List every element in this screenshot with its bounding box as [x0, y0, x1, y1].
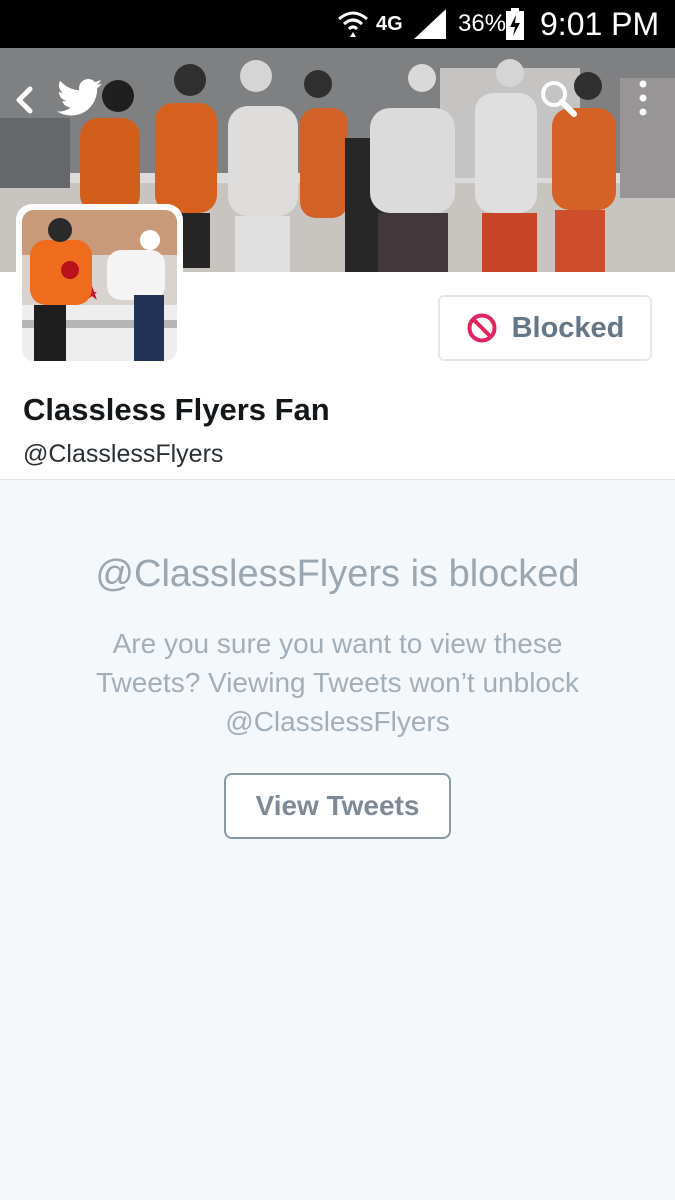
- profile-name: Classless Flyers Fan: [23, 392, 330, 427]
- avatar[interactable]: [16, 204, 183, 367]
- twitter-bird-icon[interactable]: [56, 76, 104, 120]
- search-icon: [541, 81, 577, 117]
- view-tweets-button[interactable]: View Tweets: [224, 773, 451, 839]
- blocked-icon: [467, 313, 497, 343]
- wifi-icon: [336, 0, 370, 48]
- status-bar: 4G 36% 9:01 PM: [0, 0, 675, 48]
- avatar-image: [22, 210, 177, 361]
- search-button[interactable]: [536, 76, 580, 120]
- battery-charging-icon: [505, 0, 527, 48]
- signal-icon: [414, 0, 448, 48]
- more-vertical-icon: [639, 80, 647, 116]
- blocked-notice-description: Are you sure you want to view these Twee…: [95, 628, 579, 737]
- clock: 9:01 PM: [540, 5, 660, 42]
- blocked-button-label: Blocked: [511, 311, 625, 344]
- battery-percentage: 36%: [458, 10, 507, 37]
- back-icon: [16, 86, 33, 114]
- view-tweets-label: View Tweets: [255, 790, 420, 821]
- blocked-notice-title: @ClasslessFlyers is blocked: [95, 553, 580, 595]
- network-type: 4G: [376, 12, 403, 35]
- back-button[interactable]: [6, 78, 42, 122]
- profile-handle: @ClasslessFlyers: [23, 440, 224, 468]
- more-options-button[interactable]: [628, 76, 658, 120]
- blocked-button[interactable]: Blocked: [438, 295, 652, 361]
